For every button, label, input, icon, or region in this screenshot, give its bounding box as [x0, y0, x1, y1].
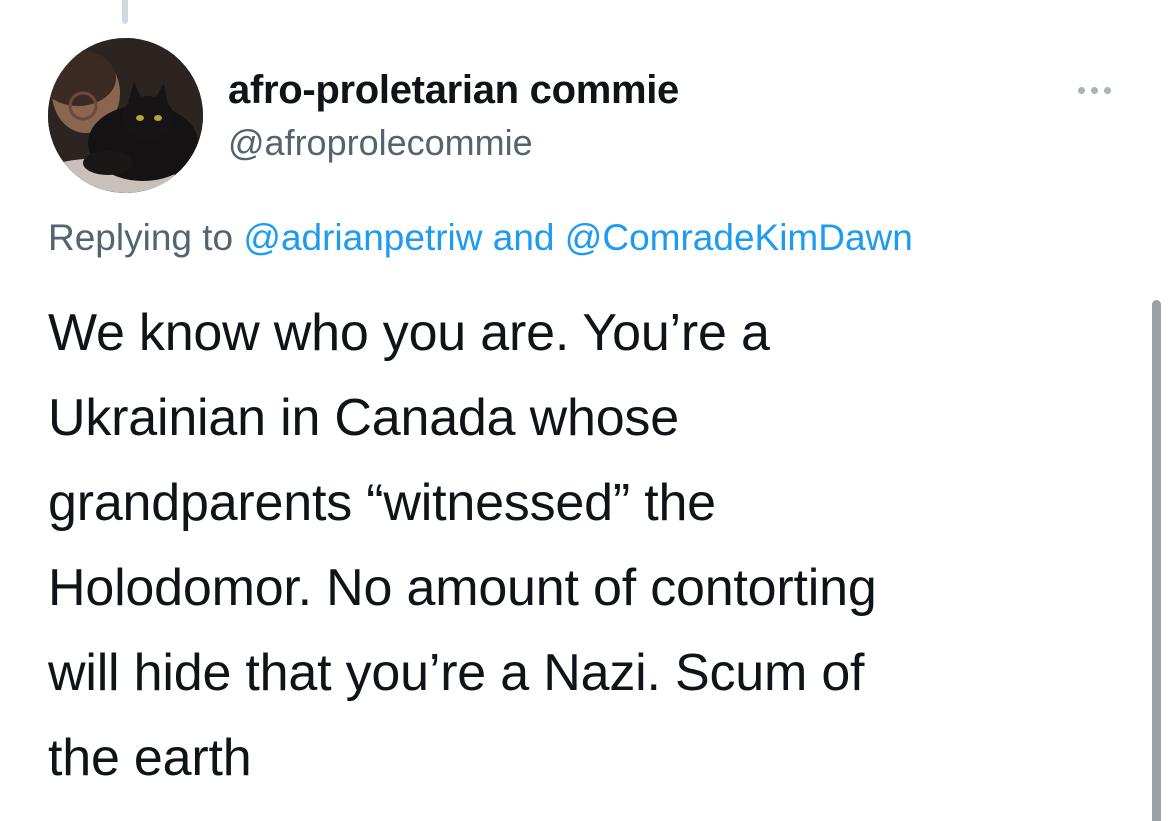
tweet-text-line: will hide that you’re a Nazi. Scum of — [48, 644, 865, 702]
reply-context-prefix: Replying to — [48, 217, 244, 258]
thread-connector-line — [122, 0, 128, 24]
author-display-name[interactable]: afro-proletarian commie — [228, 66, 679, 114]
tweet-text-line: We know who you are. You’re a — [48, 304, 770, 362]
ellipsis-icon — [1077, 86, 1085, 94]
more-options-button[interactable] — [1064, 70, 1124, 110]
author-handle[interactable]: @afroprolecommie — [228, 121, 533, 165]
tweet-text: We know who you are. You’re a Ukrainian … — [48, 291, 1138, 801]
scrollbar[interactable] — [1152, 300, 1161, 821]
tweet-text-line: Holodomor. No amount of contorting — [48, 559, 877, 617]
ellipsis-icon-dot — [1103, 86, 1111, 94]
avatar-photo — [48, 38, 203, 193]
mention-link-adrianpetriw[interactable]: @adrianpetriw — [243, 217, 482, 258]
tweet-text-line: Ukrainian in Canada whose — [48, 389, 679, 447]
mention-link-comradekimdawn[interactable]: @ComradeKimDawn — [565, 217, 913, 258]
reply-context-joiner: and — [482, 217, 565, 258]
reply-context: Replying to @adrianpetriw and @ComradeKi… — [48, 214, 913, 262]
tweet-text-line: the earth — [48, 729, 252, 787]
avatar[interactable] — [48, 38, 203, 193]
ellipsis-icon-dot — [1090, 86, 1098, 94]
tweet-text-line: grandparents “witnessed” the — [48, 474, 716, 532]
